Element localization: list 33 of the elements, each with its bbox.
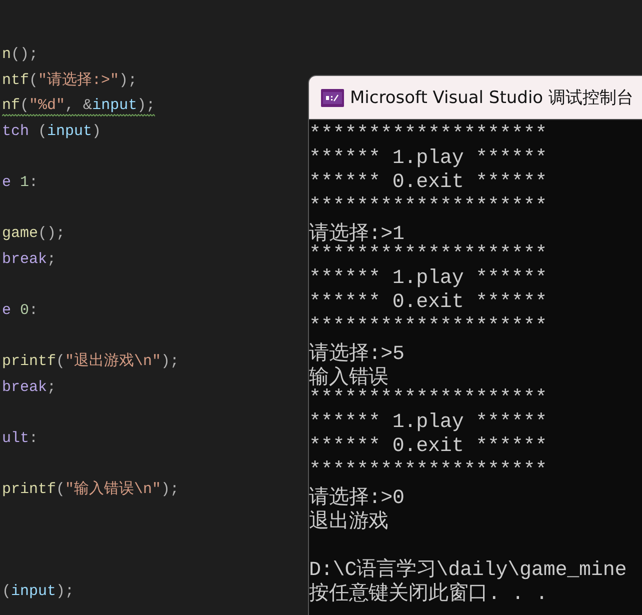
code-line: printf("退出游戏\n");	[2, 352, 180, 372]
console-line: 按任意键关闭此窗口. . .	[309, 583, 548, 606]
console-app-icon	[321, 88, 344, 106]
code-line: (input);	[2, 582, 74, 602]
window-title: Microsoft Visual Studio 调试控制台	[350, 87, 634, 109]
code-line: ult:	[2, 428, 38, 449]
console-line: 请选择:>0	[309, 487, 404, 510]
console-line: ****** 1.play ******	[309, 267, 548, 290]
console-line: ********************	[309, 243, 548, 266]
console-line: ****** 1.play ******	[309, 147, 548, 170]
code-line: break;	[2, 378, 56, 398]
console-line: ****** 0.exit ******	[309, 171, 548, 194]
console-line: ********************	[309, 459, 548, 482]
console-line: 请选择:>1	[309, 223, 404, 246]
console-line: 输入错误	[309, 367, 389, 390]
console-line: 请选择:>5	[309, 343, 404, 366]
console-line: ****** 1.play ******	[309, 411, 548, 434]
code-line: e 1:	[2, 172, 38, 193]
console-line: ********************	[309, 315, 548, 338]
code-line: e 0:	[2, 300, 38, 321]
console-line: ****** 0.exit ******	[309, 291, 548, 314]
code-line: game();	[2, 224, 66, 244]
code-line: ntf("请选择:>");	[2, 70, 138, 91]
console-line: 退出游戏	[309, 511, 389, 534]
code-line: printf("输入错误\n");	[2, 480, 180, 500]
console-line: D:\C语言学习\daily\game_mine	[309, 559, 627, 582]
code-line: n();	[2, 45, 38, 65]
console-line: ********************	[309, 195, 548, 218]
code-line: break;	[2, 250, 56, 270]
console-line: ********************	[309, 387, 548, 410]
console-line: ****** 0.exit ******	[309, 435, 548, 458]
console-line: ********************	[309, 123, 548, 146]
code-line: tch (input)	[2, 122, 102, 142]
